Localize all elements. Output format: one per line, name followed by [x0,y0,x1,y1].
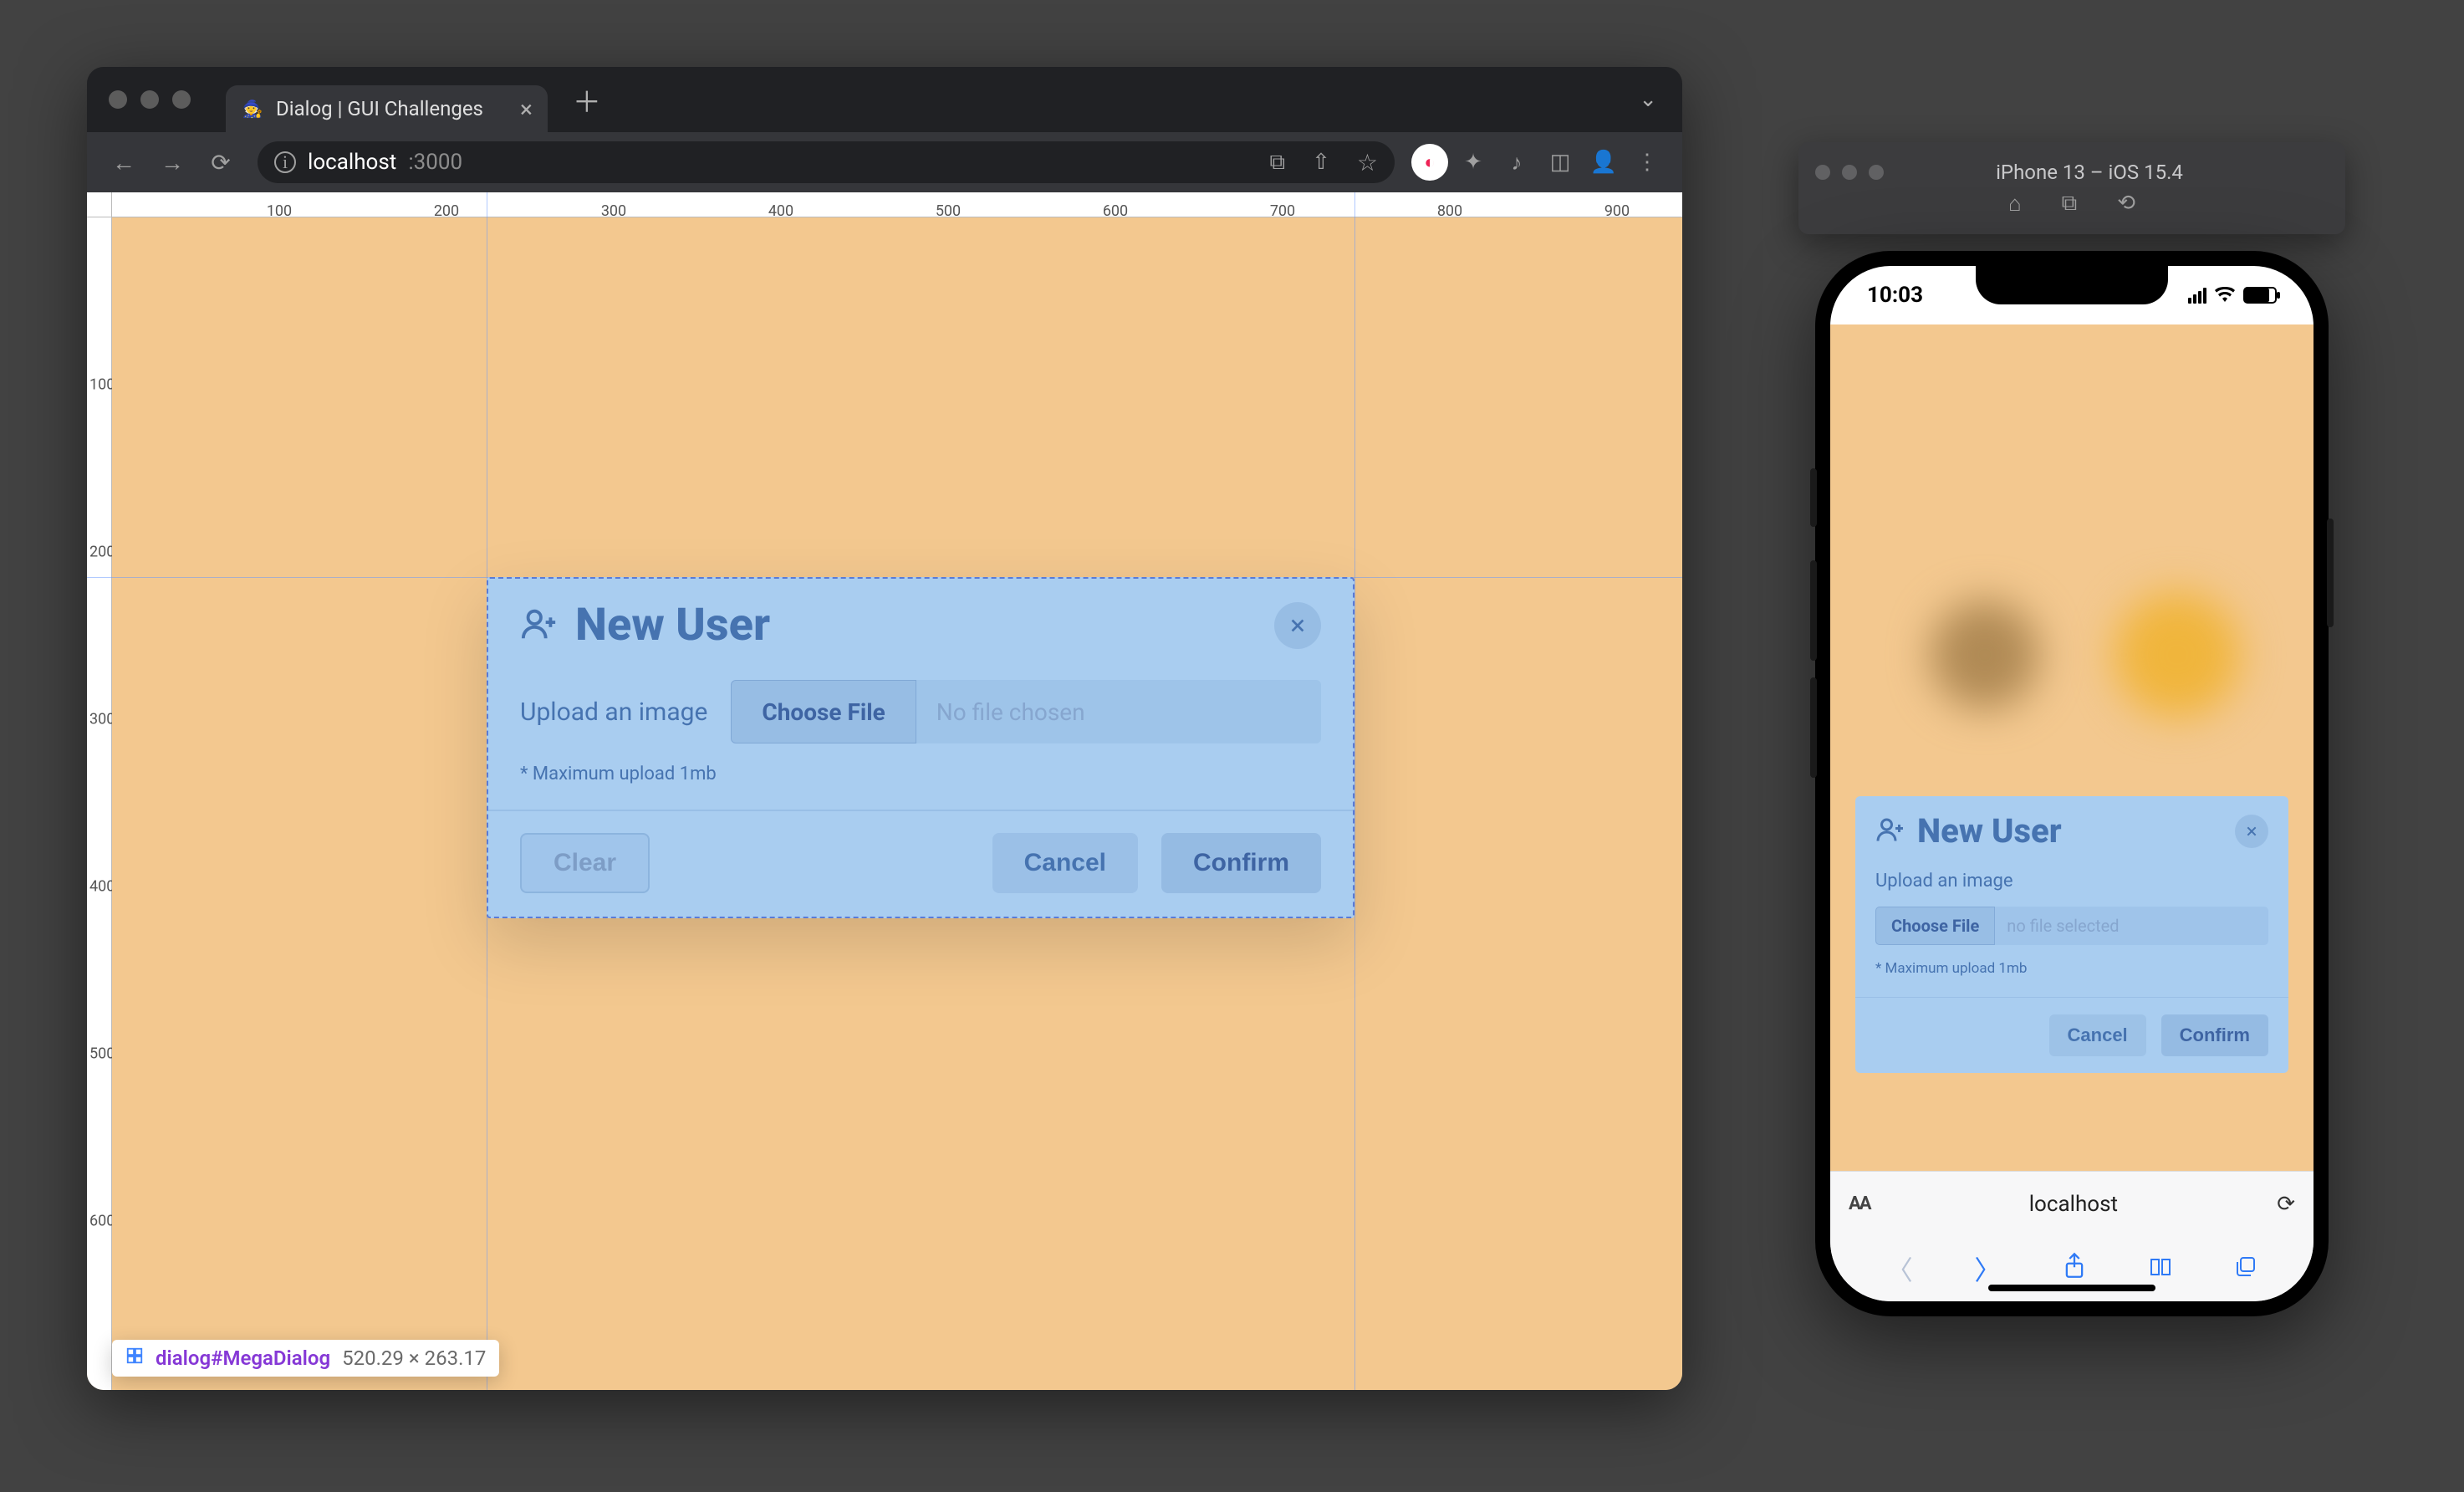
ruler-tick: 300 [89,711,115,728]
ruler-tick: 600 [89,1213,115,1230]
safari-back-icon[interactable]: 〈 [1886,1249,1913,1288]
upload-hint: * Maximum upload 1mb [520,743,1321,784]
page-canvas[interactable]: New User Upload an image Choose File No … [112,217,1682,1390]
safari-address: localhost [1882,1192,2266,1217]
dialog-header: New User [488,579,1353,672]
iphone-device: 10:03 New User [1815,251,2329,1316]
omnibox[interactable]: i localhost :3000 ⧉ ⇧ ☆ [258,141,1395,183]
new-tab-button[interactable]: ＋ [548,79,626,120]
dialog-footer: Clear Cancel Confirm [488,810,1353,917]
viewport: 100 200 300 400 500 600 700 800 900 100 … [87,192,1682,1390]
file-status: No file chosen [916,680,1321,743]
site-info-icon[interactable]: i [274,151,296,173]
browser-toolbar: ← → ⟳ i localhost :3000 ⧉ ⇧ ☆ ◐ ✦ ♪ ◫ 👤 ⋮ [87,132,1682,192]
extensions-icon[interactable]: ✦ [1455,144,1492,181]
nav-back-icon[interactable]: ← [104,142,144,182]
url-port: :3000 [408,150,462,175]
panel-icon[interactable]: ◫ [1542,144,1579,181]
mobile-close-button[interactable] [2235,815,2268,848]
tab-title: Dialog | GUI Challenges [276,97,483,120]
ruler-tick: 500 [89,1045,115,1063]
ruler-horizontal: 100 200 300 400 500 600 700 800 900 [87,192,1682,217]
sim-home-icon[interactable]: ⌂ [2008,191,2022,217]
tabstrip-menu-icon[interactable]: ⌄ [1614,87,1682,112]
user-plus-icon [1875,815,1905,848]
sim-rotate-icon[interactable]: ⟲ [2117,191,2135,217]
open-external-icon[interactable]: ⧉ [1270,150,1286,176]
share-icon[interactable]: ⇧ [1297,150,1330,175]
safari-tabs-icon[interactable] [2234,1253,2257,1285]
mobile-file-input[interactable]: Choose File no file selected [1875,907,2268,945]
confirm-button[interactable]: Confirm [1161,833,1321,893]
wifi-icon [2215,283,2235,308]
ruler-corner [87,192,112,217]
url-host: localhost [308,150,396,175]
nav-reload-icon[interactable]: ⟳ [201,142,241,182]
mobile-dialog-title: New User [1917,811,2223,851]
text-size-icon[interactable]: AA [1849,1193,1870,1214]
background-blob [2115,592,2240,718]
nav-forward-icon[interactable]: → [152,142,192,182]
mobile-upload-label: Upload an image [1875,871,2268,892]
safari-content[interactable]: New User Upload an image Choose File no … [1830,324,2314,1171]
sim-screenshot-icon[interactable]: ⧉ [2062,191,2078,217]
kebab-menu-icon[interactable]: ⋮ [1629,144,1666,181]
safari-reload-icon[interactable]: ⟳ [2277,1192,2295,1217]
mobile-confirm-button[interactable]: Confirm [2161,1014,2268,1056]
media-icon[interactable]: ♪ [1498,144,1535,181]
close-icon [1288,616,1307,635]
window-traffic-lights[interactable] [87,90,212,109]
phone-notch [1976,266,2168,304]
simulator-titlebar: iPhone 13 – iOS 15.4 ⌂ ⧉ ⟲ [1798,142,2345,234]
phone-screen: 10:03 New User [1830,266,2314,1301]
safari-bookmarks-icon[interactable] [2148,1253,2173,1285]
safari-toolbar: 〈 〉 [1830,1236,2314,1301]
close-icon [2245,825,2258,838]
file-input[interactable]: Choose File No file chosen [731,680,1321,743]
ruler-tick: 400 [89,878,115,896]
dialog-close-button[interactable] [1274,602,1321,649]
mobile-dialog: New User Upload an image Choose File no … [1855,796,2288,1073]
inspect-dimensions: 520.29 × 263.17 [342,1346,486,1370]
status-time: 10:03 [1867,283,1923,308]
ruler-tick: 200 [89,544,115,561]
simulator-traffic-lights[interactable] [1798,165,1900,180]
background-blob [1931,600,2039,709]
star-icon[interactable]: ☆ [1342,149,1378,176]
browser-titlebar: 🧙 Dialog | GUI Challenges × ＋ ⌄ [87,67,1682,132]
ruler-vertical: 100 200 300 400 500 600 [87,217,112,1390]
tab-favicon-icon: 🧙 [241,97,264,120]
user-plus-icon [520,605,559,646]
dialog-body: Upload an image Choose File No file chos… [488,672,1353,795]
simulator-title: iPhone 13 – iOS 15.4 [1900,161,2345,184]
devtools-inspect-tooltip: dialog#MegaDialog 520.29 × 263.17 [112,1340,499,1377]
upload-label: Upload an image [520,697,707,727]
guide-line [1354,192,1355,1390]
mobile-file-status: no file selected [1995,907,2268,945]
mobile-cancel-button[interactable]: Cancel [2049,1014,2146,1056]
mobile-upload-hint: * Maximum upload 1mb [1875,945,2268,977]
chrome-window: 🧙 Dialog | GUI Challenges × ＋ ⌄ ← → ⟳ i … [87,67,1682,1390]
battery-icon [2243,287,2277,304]
choose-file-button[interactable]: Choose File [731,680,916,743]
grid-icon [125,1346,144,1370]
profile-avatar-icon[interactable]: 👤 [1585,144,1622,181]
ruler-tick: 100 [89,376,115,394]
tab-close-icon[interactable]: × [495,95,533,123]
inspect-selector: dialog#MegaDialog [156,1346,330,1370]
browser-tab[interactable]: 🧙 Dialog | GUI Challenges × [226,85,548,132]
safari-address-bar[interactable]: AA localhost ⟳ [1830,1171,2314,1236]
safari-share-icon[interactable] [2063,1252,2086,1285]
cancel-button[interactable]: Cancel [992,833,1138,893]
mega-dialog: New User Upload an image Choose File No … [487,577,1354,918]
safari-forward-icon[interactable]: 〉 [1974,1249,2001,1288]
extension-compass-icon[interactable]: ◐ [1411,144,1448,181]
dialog-title: New User [575,599,1258,651]
mobile-choose-file-button[interactable]: Choose File [1875,907,1995,945]
signal-icon [2188,288,2206,304]
home-indicator[interactable] [1988,1285,2155,1291]
clear-button[interactable]: Clear [520,833,650,893]
